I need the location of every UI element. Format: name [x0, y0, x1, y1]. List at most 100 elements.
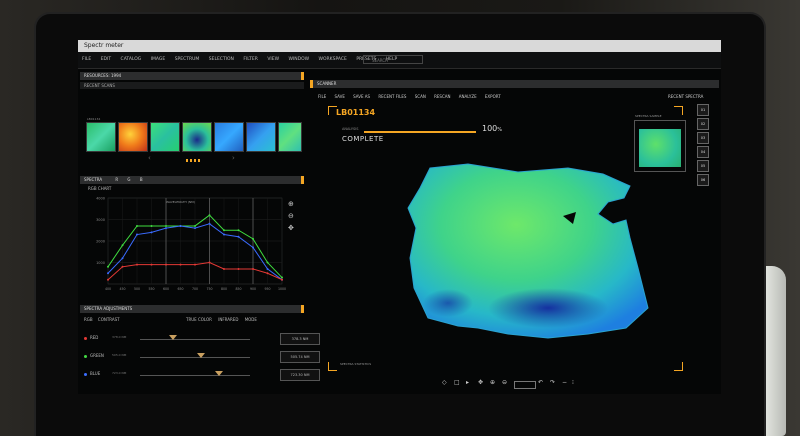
- chart-x-tick-label: 550: [148, 287, 154, 291]
- progress-label: ANALYSIS: [342, 127, 359, 131]
- recent-spectra-04[interactable]: 04: [697, 146, 709, 158]
- zoom-out-icon[interactable]: ⊖: [288, 212, 304, 220]
- doc-save-as[interactable]: SAVE AS: [353, 94, 370, 99]
- slider-blue[interactable]: BLUE 723.0 NM 723.30 NM: [84, 369, 320, 383]
- zoom-field[interactable]: [514, 381, 536, 389]
- doc-rescan[interactable]: RESCAN: [434, 94, 450, 99]
- redo-icon[interactable]: ↷: [550, 379, 555, 386]
- doc-analyze[interactable]: ANALYZE: [459, 94, 477, 99]
- chart-x-tick-label: 650: [177, 287, 183, 291]
- pager-prev-icon[interactable]: ‹: [148, 154, 151, 162]
- pager-dots: [186, 159, 200, 162]
- search-input[interactable]: SEARCH: [363, 55, 423, 64]
- thumb-7[interactable]: [278, 122, 302, 152]
- recent-scans-header: RECENT SCANS: [80, 82, 304, 89]
- chart-point-blue: [179, 224, 182, 227]
- menu-image[interactable]: IMAGE: [151, 57, 166, 62]
- slider-red-label: RED: [90, 335, 99, 340]
- chart-point-red: [150, 263, 153, 266]
- chart-annotation: WAVELENGTH (NM): [166, 200, 195, 204]
- app-window: Spectr meter FILE EDIT CATALOG IMAGE SPE…: [78, 40, 721, 394]
- slider-red[interactable]: RED 378.0 NM 378.3 NM: [84, 333, 320, 347]
- menu-window[interactable]: WINDOW: [288, 57, 309, 62]
- recent-spectra-03[interactable]: 03: [697, 132, 709, 144]
- recent-spectra-01[interactable]: 01: [697, 104, 709, 116]
- tab-infrared[interactable]: INFRARED: [218, 317, 238, 322]
- scanner-header: SCANNER: [310, 80, 719, 88]
- app-title: Spectr meter: [78, 40, 721, 52]
- tab-r[interactable]: R: [115, 177, 118, 182]
- slider-red-value[interactable]: 378.3 NM: [280, 333, 320, 345]
- recent-spectra-02[interactable]: 02: [697, 118, 709, 130]
- thumb-2[interactable]: [118, 122, 148, 152]
- slider-green-handle[interactable]: [196, 353, 205, 358]
- chart-point-green: [194, 224, 196, 227]
- chart-x-tick-label: 700: [192, 287, 198, 291]
- chart-x-tick-label: 850: [235, 287, 241, 291]
- adjust-tabs-left: RGB CONTRAST: [84, 317, 120, 322]
- more-icon[interactable]: ⁝: [572, 379, 574, 386]
- slider-blue-value[interactable]: 723.30 NM: [280, 369, 320, 381]
- thumb-6[interactable]: [246, 122, 276, 152]
- zoom-in-icon[interactable]: ⊕: [288, 200, 304, 208]
- thumb-5[interactable]: [214, 122, 244, 152]
- tab-rgb[interactable]: RGB: [84, 317, 93, 322]
- undo-icon[interactable]: ↶: [538, 379, 543, 386]
- doc-file[interactable]: FILE: [318, 94, 326, 99]
- slider-green[interactable]: GREEN 505.0 NM 505.74 NM: [84, 351, 320, 365]
- doc-export[interactable]: EXPORT: [485, 94, 501, 99]
- menu-view[interactable]: VIEW: [267, 57, 279, 62]
- menu-workspace[interactable]: WORKSPACE: [319, 57, 347, 62]
- doc-recent-files[interactable]: RECENT FILES: [378, 94, 406, 99]
- recent-spectra-05[interactable]: 05: [697, 160, 709, 172]
- zoom-out-tool-icon[interactable]: ⊖: [502, 379, 507, 386]
- spectra-header: SPECTRA R G B: [80, 176, 304, 184]
- recent-spectra-06[interactable]: 06: [697, 174, 709, 186]
- tab-true-color[interactable]: TRUE COLOR: [186, 317, 212, 322]
- slider-blue-handle[interactable]: [215, 371, 224, 376]
- zoom-in-tool-icon[interactable]: ⊕: [490, 379, 495, 386]
- chart-point-blue: [107, 272, 109, 275]
- tab-b[interactable]: B: [140, 177, 143, 182]
- menu-edit[interactable]: EDIT: [101, 57, 111, 62]
- move-icon[interactable]: ✥: [478, 379, 483, 386]
- tab-contrast[interactable]: CONTRAST: [98, 317, 120, 322]
- chart-point-green: [121, 244, 124, 247]
- slider-green-value[interactable]: 505.74 NM: [280, 351, 320, 363]
- chart-point-red: [194, 263, 196, 266]
- chart-point-green: [223, 229, 225, 232]
- chart-point-blue: [121, 257, 124, 260]
- minus-icon[interactable]: −: [562, 379, 567, 386]
- chart-point-blue: [223, 233, 225, 236]
- slider-red-handle[interactable]: [169, 335, 177, 340]
- menu-catalog[interactable]: CATALOG: [121, 57, 142, 62]
- chart-x-tick-label: 750: [206, 287, 212, 291]
- adjustments-header: SPECTRA ADJUSTMENTS: [80, 305, 304, 313]
- thumb-4[interactable]: [182, 122, 212, 152]
- slider-blue-track[interactable]: [140, 375, 250, 376]
- doc-scan[interactable]: SCAN: [415, 94, 426, 99]
- menu-spectrum[interactable]: SPECTRUM: [175, 57, 200, 62]
- frame-corner-tr: [674, 106, 683, 115]
- tab-g[interactable]: G: [127, 177, 130, 182]
- slider-red-track[interactable]: [140, 339, 250, 340]
- pager-next-icon[interactable]: ›: [232, 154, 235, 162]
- frame-corner-br: [674, 362, 683, 371]
- scan-id: LB01134: [336, 108, 376, 117]
- thumb-3[interactable]: [150, 122, 180, 152]
- thumb-1[interactable]: LB01134: [86, 117, 116, 152]
- menu-selection[interactable]: SELECTION: [209, 57, 234, 62]
- rotate-icon[interactable]: ◇: [442, 379, 447, 386]
- scanned-document-image[interactable]: [398, 158, 658, 348]
- pointer-icon[interactable]: ▸: [466, 379, 469, 386]
- green-dot: [84, 355, 87, 358]
- crop-icon[interactable]: □: [454, 379, 460, 386]
- menu-file[interactable]: FILE: [82, 57, 91, 62]
- tab-mode[interactable]: MODE: [245, 317, 257, 322]
- menu-filter[interactable]: FILTER: [243, 57, 258, 62]
- slider-green-track[interactable]: [140, 357, 250, 358]
- doc-save[interactable]: SAVE: [335, 94, 345, 99]
- rgb-chart: 4000 3000 2000 1000 400 450 500 550 600 650 700 750…: [86, 188, 306, 300]
- pan-icon[interactable]: ✥: [288, 224, 304, 232]
- chart-point-red: [121, 265, 124, 268]
